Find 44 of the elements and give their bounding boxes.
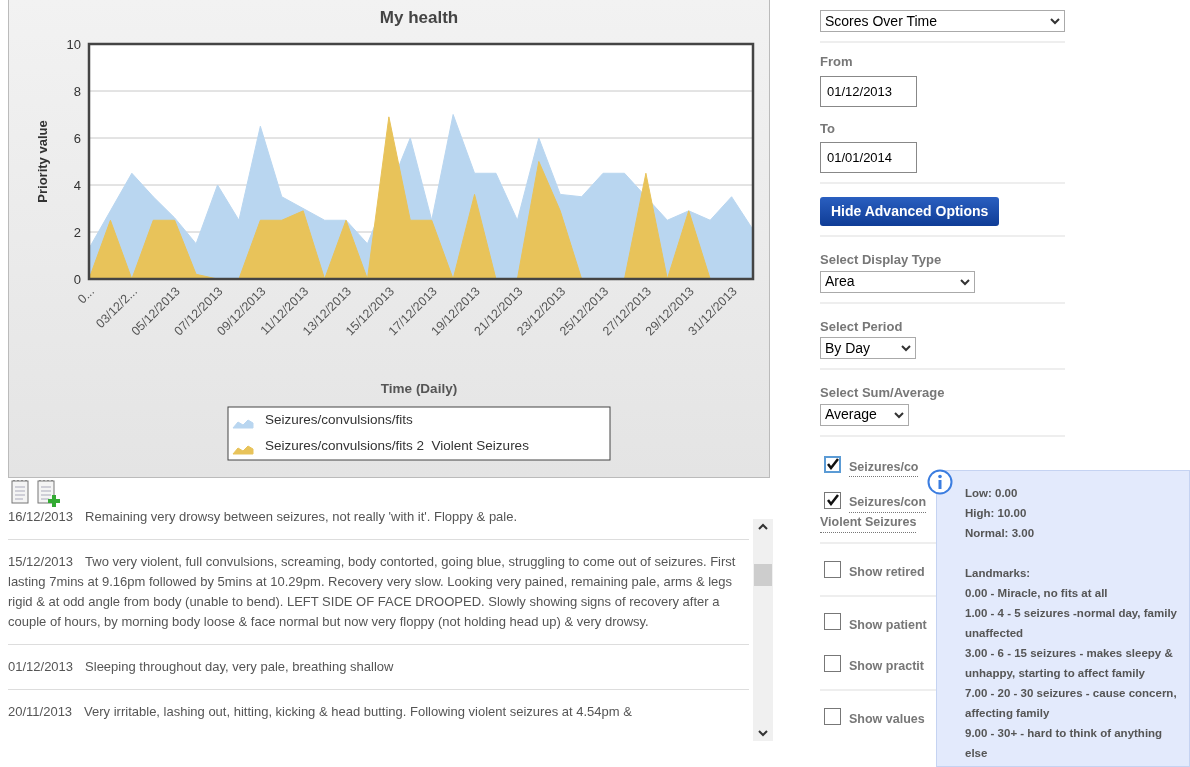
y-tick-label: 4: [73, 178, 81, 193]
tooltip-text: 0.00 - Miracle, no fits at all: [965, 586, 1109, 601]
y-axis-title: Priority value: [35, 120, 50, 203]
report-select[interactable]: Scores Over Time: [820, 10, 1065, 32]
tooltip-text: Low: 0.00: [965, 486, 1019, 501]
tooltip-heading: Landmarks:: [965, 566, 1032, 581]
toggle-label: Show values: [849, 711, 925, 728]
note-entry: 01/12/2013 Sleeping throughout day, very pale, breathing shallow: [8, 645, 749, 690]
y-tick-label: 8: [73, 84, 81, 99]
legend-label: Seizures/convulsions/fits 2 Violent Seizures: [265, 438, 529, 453]
y-tick-label: 2: [73, 225, 81, 240]
y-tick-label: 10: [66, 37, 81, 52]
note-entry: 15/12/2013 Two very violent, full convulsions, screaming, body contorted, going blue, struggling to come out of seizures. First lasting 7mins at 9.16pm followed by 5mins at 10.29pm. Recovery very slow. Looking very pained, remaining pale, arms & legs rigid & at odd angle from body (unable to bend). LEFT SIDE OF FACE DROOPED. Slowly showing signs of recovery after a couple of hours, by morning body loose & face normal but now very floppy (not holding head up) & very drowsy.: [8, 540, 749, 645]
symptom-label[interactable]: Violent Seizures: [820, 513, 917, 533]
toggle-label: Show patient: [849, 616, 927, 634]
field-label: Select Sum/Average: [820, 384, 946, 402]
symptom-label[interactable]: Seizures/con: [849, 493, 927, 513]
tooltip-text: High: 10.00: [965, 506, 1028, 521]
x-axis-title: Time (Daily): [380, 381, 458, 396]
field-label: Select Display Type: [820, 251, 943, 269]
y-tick-label: 6: [73, 131, 81, 146]
y-tick-label: 0: [73, 272, 81, 287]
tooltip-text: 9.00 - 30+ - hard to think of anything else: [965, 726, 1164, 761]
toggle-label: Show practit: [849, 658, 924, 676]
sum-average-select[interactable]: Average: [820, 403, 909, 426]
tooltip-text: 3.00 - 6 - 15 seizures - makes sleepy & unhappy, starting to affect family: [965, 646, 1174, 681]
tooltip-text: 7.00 - 20 - 30 seizures - cause concern, affecting family: [965, 686, 1178, 721]
symptom-label[interactable]: Seizures/co: [849, 457, 919, 478]
tooltip-text: Normal: 3.00: [965, 526, 1036, 541]
field-label: Select Period: [820, 317, 904, 336]
toggle-label: Show retired: [849, 563, 925, 581]
legend-label: Seizures/convulsions/fits: [265, 412, 413, 427]
tooltip-text: 1.00 - 4 - 5 seizures -normal day, family unaffected: [965, 606, 1178, 641]
hide-advanced-options-button[interactable]: Hide Advanced Options: [820, 197, 1000, 226]
note-entry: 16/12/2013 Remaining very drowsy between seizures, not really 'with it'. Floppy & pale.: [8, 507, 749, 540]
x-tick-label: 0...: [74, 284, 98, 307]
field-label: To: [820, 119, 836, 138]
field-label: From: [820, 53, 854, 71]
note-entry: 20/11/2013 Very irritable, lashing out, hitting, kicking & head butting. Following violent seizures at 4.54pm &: [8, 703, 633, 721]
to-date-field[interactable]: 01/01/2014: [820, 142, 917, 173]
display-type-select[interactable]: Area: [820, 270, 975, 293]
period-select[interactable]: By Day: [820, 337, 916, 359]
from-date-field[interactable]: 01/12/2013: [820, 75, 917, 107]
chart-title: My health: [379, 8, 459, 27]
